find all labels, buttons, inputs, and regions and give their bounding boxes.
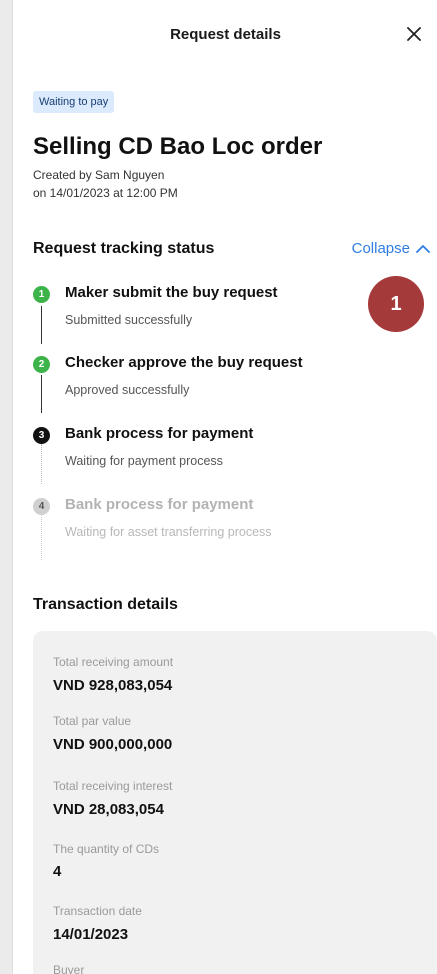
field-label-buyer: Buyer bbox=[53, 963, 85, 974]
collapse-button[interactable]: Collapse bbox=[352, 240, 430, 257]
field-value-quantity-of-cds: 4 bbox=[53, 863, 62, 880]
step-number-badge: 4 bbox=[33, 498, 50, 515]
step-title: Maker submit the buy request bbox=[65, 284, 278, 301]
step-title: Bank process for payment bbox=[65, 425, 254, 442]
transaction-details-card: Total receiving amount VND 928,083,054 T… bbox=[33, 631, 437, 974]
field-label-transaction-date: Transaction date bbox=[53, 904, 142, 918]
field-label-quantity-of-cds: The quantity of CDs bbox=[53, 842, 160, 856]
step-connector bbox=[41, 306, 42, 344]
field-label-total-par-value: Total par value bbox=[53, 714, 132, 728]
tracking-section-title: Request tracking status bbox=[33, 240, 215, 257]
panel-header: Request details bbox=[13, 0, 437, 72]
step-subtitle: Waiting for asset transferring process bbox=[65, 525, 272, 539]
step-subtitle: Waiting for payment process bbox=[65, 454, 223, 468]
field-label-total-receiving-amount: Total receiving amount bbox=[53, 655, 174, 669]
created-by-text: Created by Sam Nguyen bbox=[33, 168, 165, 182]
step-number-badge: 3 bbox=[33, 427, 50, 444]
step-subtitle: Submitted successfully bbox=[65, 313, 193, 327]
field-value-total-receiving-amount: VND 928,083,054 bbox=[53, 677, 173, 694]
order-title: Selling CD Bao Loc order bbox=[33, 133, 323, 160]
close-icon bbox=[407, 27, 421, 41]
collapse-label: Collapse bbox=[351, 240, 410, 257]
field-value-transaction-date: 14/01/2023 bbox=[53, 926, 129, 943]
field-label-total-receiving-interest: Total receiving interest bbox=[53, 779, 173, 793]
step-connector bbox=[41, 375, 42, 413]
step-title: Bank process for payment bbox=[65, 496, 254, 513]
annotation-marker: 1 bbox=[368, 276, 424, 332]
created-on-text: on 14/01/2023 at 12:00 PM bbox=[33, 186, 178, 200]
step-subtitle: Approved successfully bbox=[65, 383, 190, 397]
transaction-section-title: Transaction details bbox=[33, 596, 178, 613]
step-title: Checker approve the buy request bbox=[65, 354, 303, 371]
request-details-panel: Request details Waiting to pay Selling C… bbox=[12, 0, 437, 974]
panel-title: Request details bbox=[170, 26, 281, 43]
close-button[interactable] bbox=[402, 22, 426, 46]
field-value-total-par-value: VND 900,000,000 bbox=[53, 736, 173, 753]
chevron-up-icon bbox=[416, 244, 430, 253]
step-number-badge: 1 bbox=[33, 286, 50, 303]
field-value-total-receiving-interest: VND 28,083,054 bbox=[53, 801, 164, 818]
status-badge: Waiting to pay bbox=[33, 91, 115, 113]
step-number-badge: 2 bbox=[33, 356, 50, 373]
step-connector bbox=[41, 515, 42, 560]
step-connector bbox=[41, 444, 42, 484]
